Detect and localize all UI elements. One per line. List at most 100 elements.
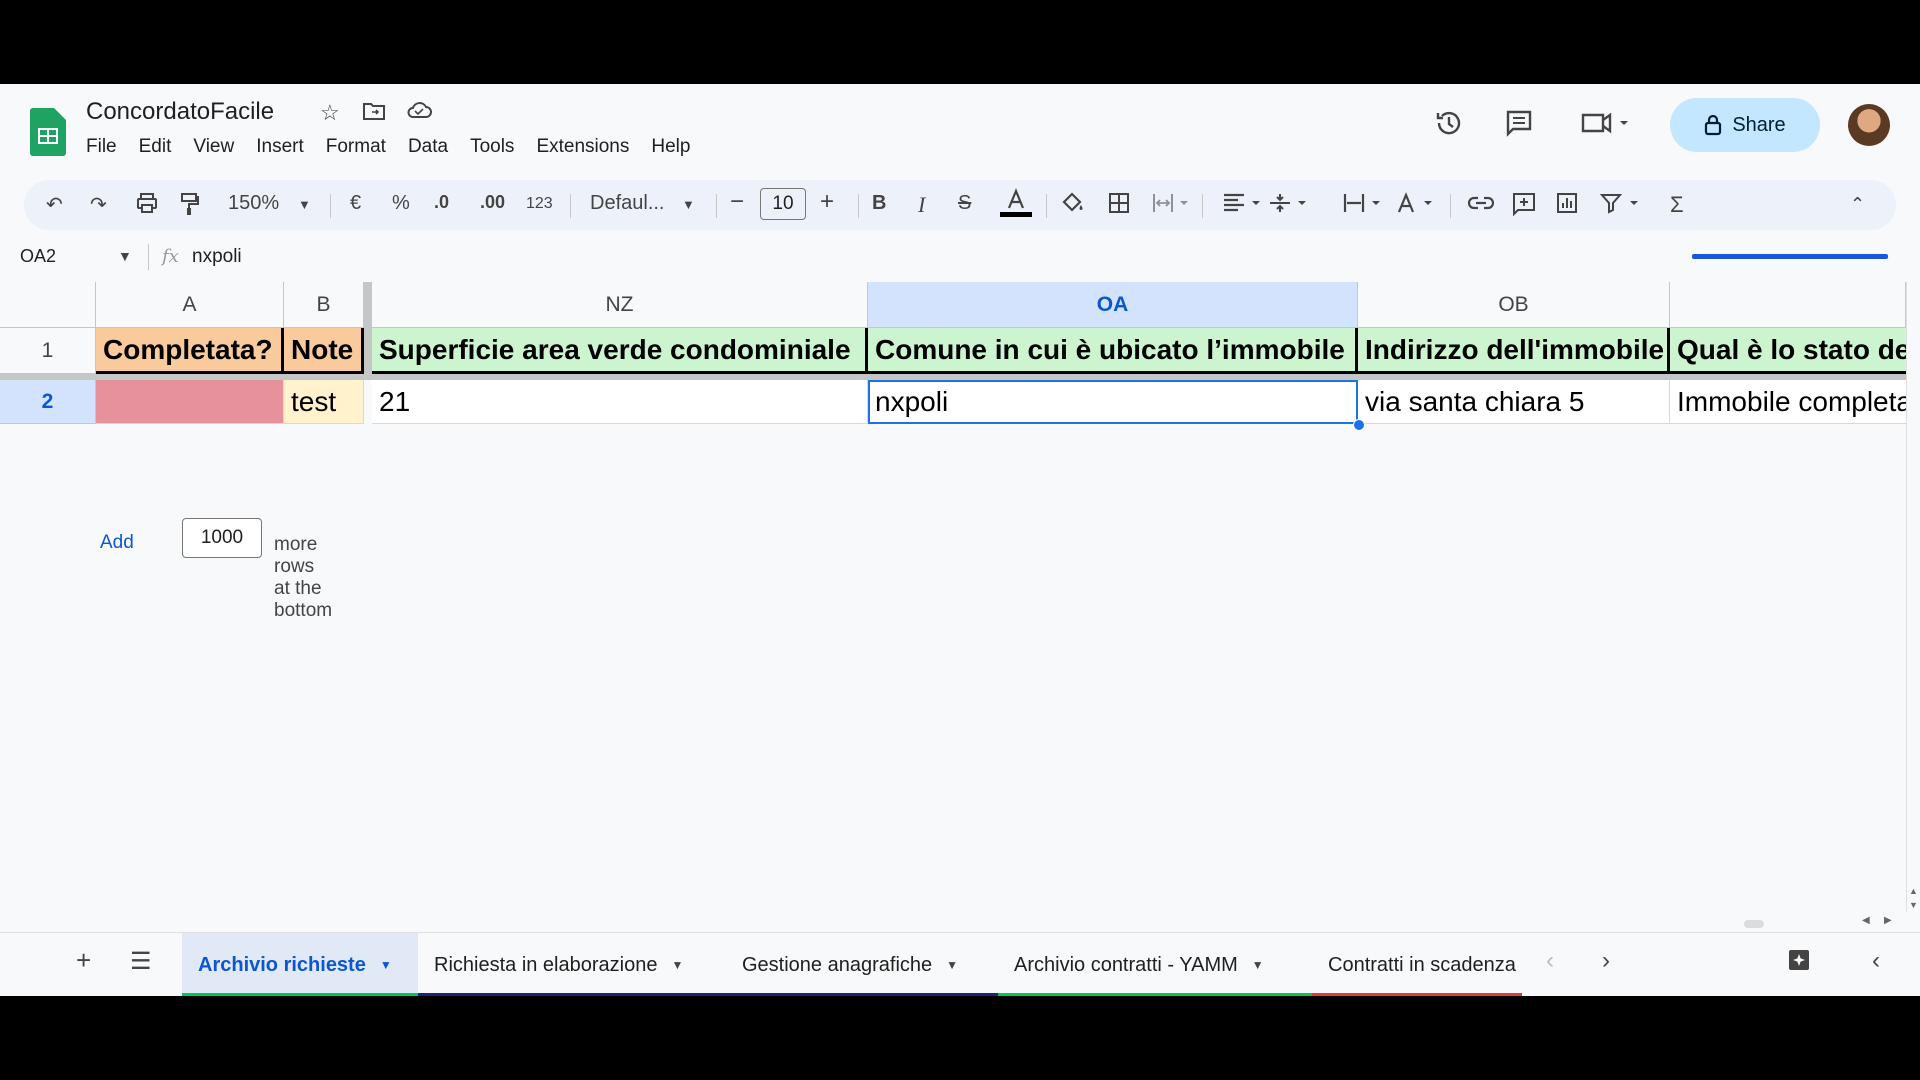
meet-icon[interactable]: [1580, 108, 1630, 145]
explore-icon[interactable]: [1788, 949, 1810, 978]
decrease-decimal-button[interactable]: .0: [434, 192, 449, 213]
italic-icon[interactable]: I: [918, 192, 925, 218]
decrease-font-size-button[interactable]: −: [730, 188, 744, 216]
add-rows-count-input[interactable]: 1000: [182, 518, 262, 558]
name-box-chevron-icon[interactable]: ▼: [118, 248, 132, 264]
sheets-logo-icon[interactable]: [30, 108, 66, 156]
undo-icon[interactable]: ↶: [46, 192, 63, 217]
cell-nz2[interactable]: 21: [372, 380, 868, 424]
zoom-chevron-icon[interactable]: ▼: [298, 197, 311, 212]
cell-oc1[interactable]: Qual è lo stato dell'immobile: [1670, 328, 1906, 374]
borders-icon[interactable]: [1108, 192, 1130, 220]
side-panel-toggle-icon[interactable]: ‹: [1872, 947, 1880, 975]
menu-view[interactable]: View: [182, 136, 245, 158]
all-sheets-icon[interactable]: ☰: [130, 947, 152, 976]
cell-ob1[interactable]: Indirizzo dell'immobile: [1358, 328, 1670, 374]
currency-format-button[interactable]: €: [350, 192, 361, 215]
vertical-align-icon[interactable]: [1268, 192, 1310, 220]
menu-format[interactable]: Format: [315, 136, 397, 158]
column-header-ob[interactable]: OB: [1358, 282, 1670, 328]
cell-ob2[interactable]: via santa chiara 5: [1358, 380, 1670, 424]
horizontal-scrollbar[interactable]: ◀ ▶: [372, 915, 1906, 928]
increase-font-size-button[interactable]: +: [820, 188, 834, 216]
move-folder-icon[interactable]: [362, 100, 386, 128]
column-header-a[interactable]: A: [96, 282, 284, 328]
user-avatar[interactable]: [1848, 104, 1890, 146]
scroll-left-icon[interactable]: ◀: [1862, 915, 1870, 926]
add-sheet-icon[interactable]: +: [76, 945, 91, 976]
row-header-2[interactable]: 2: [0, 380, 96, 424]
number-format-button[interactable]: 123: [526, 195, 553, 213]
paint-format-icon[interactable]: [180, 192, 200, 222]
horizontal-scroll-thumb[interactable]: [1744, 920, 1764, 928]
cell-b2[interactable]: test: [284, 380, 364, 424]
redo-icon[interactable]: ↷: [90, 192, 107, 217]
tab-menu-chevron-icon[interactable]: ▼: [1252, 958, 1264, 972]
menu-edit[interactable]: Edit: [128, 136, 183, 158]
cell-oa1[interactable]: Comune in cui è ubicato l’immobile: [868, 328, 1358, 374]
tab-menu-chevron-icon[interactable]: ▼: [380, 958, 392, 972]
column-header-oa[interactable]: OA: [868, 282, 1358, 328]
horizontal-align-icon[interactable]: [1222, 192, 1264, 220]
text-color-icon[interactable]: [1000, 188, 1032, 224]
scroll-right-icon[interactable]: ▶: [1884, 915, 1892, 926]
formula-input[interactable]: nxpoli: [192, 246, 242, 268]
share-button[interactable]: Share: [1670, 98, 1820, 152]
functions-icon[interactable]: Σ: [1670, 192, 1684, 218]
cell-a2[interactable]: [96, 380, 284, 424]
menu-data[interactable]: Data: [397, 136, 459, 158]
font-select[interactable]: Defaul...: [590, 192, 664, 215]
font-chevron-icon[interactable]: ▼: [682, 197, 695, 212]
zoom-select[interactable]: 150%: [228, 192, 279, 215]
bold-icon[interactable]: B: [872, 192, 886, 215]
tabs-scroll-left-icon[interactable]: ‹: [1546, 947, 1554, 975]
name-box[interactable]: OA2: [20, 246, 56, 267]
select-all-corner[interactable]: [0, 282, 96, 328]
tab-menu-chevron-icon[interactable]: ▼: [671, 958, 683, 972]
cell-a1[interactable]: Completata?: [96, 328, 284, 374]
menu-insert[interactable]: Insert: [245, 136, 315, 158]
merge-cells-icon[interactable]: [1152, 192, 1192, 220]
sheet-tab-archivio-contratti-yamm[interactable]: Archivio contratti - YAMM ▼: [998, 933, 1312, 996]
frozen-column-divider[interactable]: [364, 282, 372, 374]
version-history-icon[interactable]: [1434, 108, 1464, 145]
sheet-tab-contratti-in-scadenza[interactable]: Contratti in scadenza: [1312, 933, 1522, 996]
fill-handle[interactable]: [1353, 419, 1365, 431]
column-header-nz[interactable]: NZ: [372, 282, 868, 328]
insert-chart-icon[interactable]: [1556, 192, 1578, 220]
scroll-down-icon[interactable]: ▼: [1909, 900, 1918, 910]
column-header-b[interactable]: B: [284, 282, 364, 328]
menu-file[interactable]: File: [86, 136, 128, 158]
sheet-tab-richiesta-in-elaborazione[interactable]: Richiesta in elaborazione ▼: [418, 933, 726, 996]
increase-decimal-button[interactable]: .00: [480, 192, 505, 213]
sheet-tab-gestione-anagrafiche[interactable]: Gestione anagrafiche ▼: [726, 933, 998, 996]
strikethrough-icon[interactable]: S: [958, 192, 971, 215]
menu-tools[interactable]: Tools: [459, 136, 525, 158]
cell-oc2[interactable]: Immobile completato: [1670, 380, 1906, 424]
row-header-1[interactable]: 1: [0, 328, 96, 374]
tabs-scroll-right-icon[interactable]: ›: [1602, 947, 1610, 975]
cloud-status-icon[interactable]: [406, 100, 432, 126]
menu-extensions[interactable]: Extensions: [525, 136, 640, 158]
add-rows-button[interactable]: Add: [100, 532, 134, 554]
collapse-toolbar-icon[interactable]: ⌃: [1850, 194, 1865, 215]
insert-comment-icon[interactable]: [1512, 192, 1536, 222]
font-size-input[interactable]: 10: [760, 188, 806, 220]
print-icon[interactable]: [136, 192, 158, 220]
tab-menu-chevron-icon[interactable]: ▼: [946, 958, 958, 972]
comments-icon[interactable]: [1504, 108, 1534, 145]
percent-format-button[interactable]: %: [392, 192, 410, 215]
column-header-next[interactable]: [1670, 282, 1906, 328]
sheet-tab-archivio-richieste[interactable]: Archivio richieste ▼: [182, 933, 418, 996]
cell-b1[interactable]: Note: [284, 328, 364, 374]
text-rotation-icon[interactable]: [1396, 192, 1438, 220]
document-title[interactable]: ConcordatoFacile: [86, 98, 274, 126]
text-wrapping-icon[interactable]: [1342, 192, 1384, 220]
menu-help[interactable]: Help: [640, 136, 701, 158]
vertical-scrollbar[interactable]: ▲ ▼: [1906, 282, 1920, 912]
fill-color-icon[interactable]: [1060, 190, 1086, 222]
scroll-up-icon[interactable]: ▲: [1909, 886, 1918, 896]
insert-link-icon[interactable]: [1467, 192, 1495, 220]
filter-icon[interactable]: [1599, 192, 1642, 220]
star-icon[interactable]: ☆: [320, 100, 340, 126]
